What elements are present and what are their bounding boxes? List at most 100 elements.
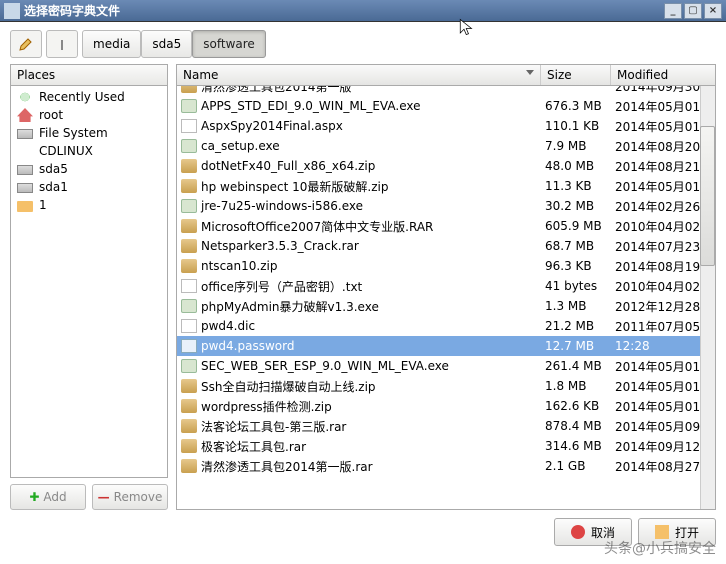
file-icon (181, 319, 197, 333)
column-name[interactable]: Name (177, 65, 541, 85)
file-icon (181, 219, 197, 233)
file-name: jre-7u25-windows-i586.exe (201, 199, 363, 213)
folder-icon (17, 201, 33, 212)
file-size: 1.8 MB (541, 379, 611, 393)
open-icon (655, 525, 669, 539)
place-item[interactable]: sda1 (11, 178, 167, 196)
column-size[interactable]: Size (541, 65, 611, 85)
file-name: office序列号（产品密钥）.txt (201, 278, 362, 295)
file-row[interactable]: 法客论坛工具包-第三版.rar878.4 MB2014年05月09日 (177, 416, 715, 436)
cancel-button[interactable]: 取消 (554, 518, 632, 546)
place-label: sda1 (39, 180, 68, 194)
file-row[interactable]: 清然渗透工具包2014第一版.rar2.1 GB2014年08月27日 (177, 456, 715, 476)
place-label: CDLINUX (39, 144, 93, 158)
file-row[interactable]: ntscan10.zip96.3 KB2014年08月19日 (177, 256, 715, 276)
file-row[interactable]: ca_setup.exe7.9 MB2014年08月20日 (177, 136, 715, 156)
edit-path-button[interactable] (10, 30, 42, 58)
file-icon (181, 99, 197, 113)
open-button[interactable]: 打开 (638, 518, 716, 546)
file-icon (181, 259, 197, 273)
file-row[interactable]: pwd4.password12.7 MB12:28 (177, 336, 715, 356)
file-size: 605.9 MB (541, 219, 611, 233)
file-icon (181, 139, 197, 153)
place-label: root (39, 108, 63, 122)
place-label: sda5 (39, 162, 68, 176)
file-row[interactable]: phpMyAdmin暴力破解v1.3.exe1.3 MB2012年12月28日 (177, 296, 715, 316)
place-item[interactable]: File System (11, 124, 167, 142)
file-name: wordpress插件检测.zip (201, 398, 332, 415)
file-list: Name Size Modified 清然渗透工具包2014第一版2014年09… (176, 64, 716, 510)
file-icon (181, 439, 197, 453)
file-size: 11.3 KB (541, 179, 611, 193)
file-row[interactable]: MicrosoftOffice2007简体中文专业版.RAR605.9 MB20… (177, 216, 715, 236)
file-name: ntscan10.zip (201, 259, 277, 273)
place-item[interactable]: root (11, 106, 167, 124)
file-size: 41 bytes (541, 279, 611, 293)
file-name: 清然渗透工具包2014第一版 (201, 86, 352, 95)
place-item[interactable]: CDLINUX (11, 142, 167, 160)
file-icon (181, 179, 197, 193)
breadcrumb-root[interactable] (46, 30, 78, 58)
file-size: 676.3 MB (541, 99, 611, 113)
file-row[interactable]: 极客论坛工具包.rar314.6 MB2014年09月12日 (177, 436, 715, 456)
file-row[interactable]: Netsparker3.5.3_Crack.rar68.7 MB2014年07月… (177, 236, 715, 256)
file-row[interactable]: AspxSpy2014Final.aspx110.1 KB2014年05月01日 (177, 116, 715, 136)
maximize-button[interactable]: ▢ (684, 3, 702, 19)
titlebar: 选择密码字典文件 _ ▢ × (0, 0, 726, 22)
clock-icon (17, 90, 33, 104)
file-icon (181, 299, 197, 313)
minimize-button[interactable]: _ (664, 3, 682, 19)
file-row[interactable]: 清然渗透工具包2014第一版2014年09月30日 (177, 86, 715, 96)
places-header: Places (10, 64, 168, 85)
drive-icon (17, 129, 33, 139)
file-name: 清然渗透工具包2014第一版.rar (201, 458, 373, 475)
file-row[interactable]: dotNetFx40_Full_x86_x64.zip48.0 MB2014年0… (177, 156, 715, 176)
file-row[interactable]: office序列号（产品密钥）.txt41 bytes2010年04月02日 (177, 276, 715, 296)
file-icon (181, 199, 197, 213)
app-icon (4, 3, 20, 19)
file-size: 21.2 MB (541, 319, 611, 333)
pencil-icon (18, 36, 34, 52)
breadcrumb: mediasda5software (10, 30, 716, 58)
file-size: 30.2 MB (541, 199, 611, 213)
file-name: AspxSpy2014Final.aspx (201, 119, 343, 133)
file-row[interactable]: jre-7u25-windows-i586.exe30.2 MB2014年02月… (177, 196, 715, 216)
file-size: 96.3 KB (541, 259, 611, 273)
breadcrumb-sda5[interactable]: sda5 (141, 30, 192, 58)
column-modified[interactable]: Modified (611, 65, 715, 85)
file-name: SEC_WEB_SER_ESP_9.0_WIN_ML_EVA.exe (201, 359, 449, 373)
home-icon (17, 108, 33, 122)
file-row[interactable]: Ssh全自动扫描爆破自动上线.zip1.8 MB2014年05月01日 (177, 376, 715, 396)
file-name: 极客论坛工具包.rar (201, 438, 306, 455)
add-bookmark-button[interactable]: ✚Add (10, 484, 86, 510)
place-item[interactable]: Recently Used (11, 88, 167, 106)
file-row[interactable]: wordpress插件检测.zip162.6 KB2014年05月01日 (177, 396, 715, 416)
column-headers: Name Size Modified (177, 65, 715, 86)
file-name: MicrosoftOffice2007简体中文专业版.RAR (201, 218, 433, 235)
places-list: Recently Used root File System CDLINUX sda5 s… (10, 85, 168, 478)
file-icon (181, 86, 197, 93)
file-name: dotNetFx40_Full_x86_x64.zip (201, 159, 375, 173)
close-button[interactable]: × (704, 3, 722, 19)
file-size: 68.7 MB (541, 239, 611, 253)
file-row[interactable]: APPS_STD_EDI_9.0_WIN_ML_EVA.exe676.3 MB2… (177, 96, 715, 116)
cancel-icon (571, 525, 585, 539)
file-size: 110.1 KB (541, 119, 611, 133)
file-name: pwd4.password (201, 339, 294, 353)
window-title: 选择密码字典文件 (24, 2, 120, 19)
file-size: 162.6 KB (541, 399, 611, 413)
place-item[interactable]: 1 (11, 196, 167, 214)
minus-icon: — (98, 490, 110, 504)
file-name: APPS_STD_EDI_9.0_WIN_ML_EVA.exe (201, 99, 420, 113)
file-icon (181, 419, 197, 433)
scrollbar-thumb[interactable] (700, 126, 715, 266)
file-row[interactable]: SEC_WEB_SER_ESP_9.0_WIN_ML_EVA.exe261.4 … (177, 356, 715, 376)
remove-bookmark-button[interactable]: —Remove (92, 484, 168, 510)
breadcrumb-media[interactable]: media (82, 30, 141, 58)
breadcrumb-software[interactable]: software (192, 30, 266, 58)
file-row[interactable]: pwd4.dic21.2 MB2011年07月05日 (177, 316, 715, 336)
file-row[interactable]: hp webinspect 10最新版破解.zip11.3 KB2014年05月… (177, 176, 715, 196)
file-name: hp webinspect 10最新版破解.zip (201, 178, 389, 195)
scrollbar[interactable] (700, 86, 715, 509)
place-item[interactable]: sda5 (11, 160, 167, 178)
